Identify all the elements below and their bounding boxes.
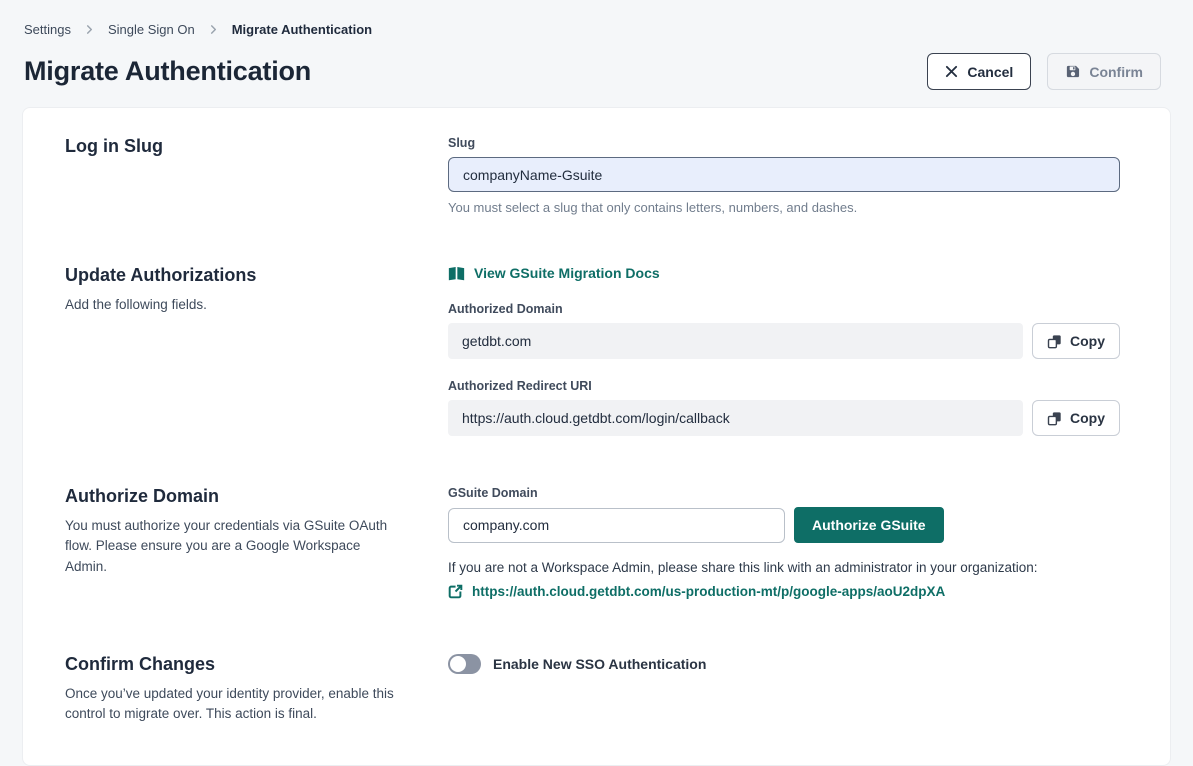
breadcrumb-settings[interactable]: Settings <box>24 22 71 37</box>
chevron-right-icon <box>209 25 218 34</box>
authorize-gsuite-button[interactable]: Authorize GSuite <box>794 507 944 543</box>
external-link-icon <box>448 584 463 599</box>
section-title-login-slug: Log in Slug <box>65 136 448 157</box>
settings-card: Log in Slug Slug You must select a slug … <box>22 107 1171 766</box>
slug-input[interactable] <box>448 157 1120 192</box>
enable-sso-toggle-label: Enable New SSO Authentication <box>493 656 706 672</box>
x-icon <box>945 65 958 78</box>
section-title-confirm-changes: Confirm Changes <box>65 654 448 675</box>
book-icon <box>448 266 465 281</box>
section-login-slug: Log in Slug Slug You must select a slug … <box>65 136 1120 215</box>
section-authorize-domain: Authorize Domain You must authorize your… <box>65 486 1120 604</box>
section-desc-authorize-domain: You must authorize your credentials via … <box>65 516 395 577</box>
copy-icon <box>1047 334 1062 349</box>
save-icon <box>1065 64 1080 79</box>
enable-sso-toggle[interactable] <box>448 654 481 674</box>
section-desc-confirm-changes: Once you’ve updated your identity provid… <box>65 684 395 725</box>
copy-icon <box>1047 411 1062 426</box>
cancel-button[interactable]: Cancel <box>927 53 1031 90</box>
cancel-button-label: Cancel <box>967 64 1013 80</box>
page-header: Settings Single Sign On Migrate Authenti… <box>0 0 1193 90</box>
section-desc-update-authorizations: Add the following fields. <box>65 295 395 315</box>
admin-share-link[interactable]: https://auth.cloud.getdbt.com/us-product… <box>448 584 945 599</box>
section-confirm-changes: Confirm Changes Once you’ve updated your… <box>65 654 1120 725</box>
copy-button-label: Copy <box>1070 410 1105 426</box>
gsuite-domain-label: GSuite Domain <box>448 486 1120 500</box>
breadcrumb: Settings Single Sign On Migrate Authenti… <box>24 22 1161 37</box>
page-title: Migrate Authentication <box>24 56 311 87</box>
copy-authorized-domain-button[interactable]: Copy <box>1032 323 1120 359</box>
redirect-uri-label: Authorized Redirect URI <box>448 379 1120 393</box>
confirm-button-label: Confirm <box>1089 64 1143 80</box>
copy-button-label: Copy <box>1070 333 1105 349</box>
authorized-domain-label: Authorized Domain <box>448 302 1120 316</box>
section-update-authorizations: Update Authorizations Add the following … <box>65 265 1120 436</box>
workspace-admin-note: If you are not a Workspace Admin, please… <box>448 560 1120 575</box>
authorized-domain-value: getdbt.com <box>448 323 1023 359</box>
breadcrumb-single-sign-on[interactable]: Single Sign On <box>108 22 195 37</box>
chevron-right-icon <box>85 25 94 34</box>
section-title-update-authorizations: Update Authorizations <box>65 265 448 286</box>
copy-redirect-uri-button[interactable]: Copy <box>1032 400 1120 436</box>
gsuite-migration-docs-link[interactable]: View GSuite Migration Docs <box>448 265 660 281</box>
slug-helper-text: You must select a slug that only contain… <box>448 200 1120 215</box>
gsuite-migration-docs-link-label: View GSuite Migration Docs <box>474 265 660 281</box>
toggle-knob <box>450 656 466 672</box>
redirect-uri-value: https://auth.cloud.getdbt.com/login/call… <box>448 400 1023 436</box>
confirm-button[interactable]: Confirm <box>1047 53 1161 90</box>
breadcrumb-migrate-authentication: Migrate Authentication <box>232 22 372 37</box>
gsuite-domain-input[interactable] <box>448 508 785 543</box>
header-actions: Cancel Confirm <box>927 53 1161 90</box>
admin-share-link-label: https://auth.cloud.getdbt.com/us-product… <box>472 584 945 599</box>
slug-field-label: Slug <box>448 136 1120 150</box>
section-title-authorize-domain: Authorize Domain <box>65 486 448 507</box>
